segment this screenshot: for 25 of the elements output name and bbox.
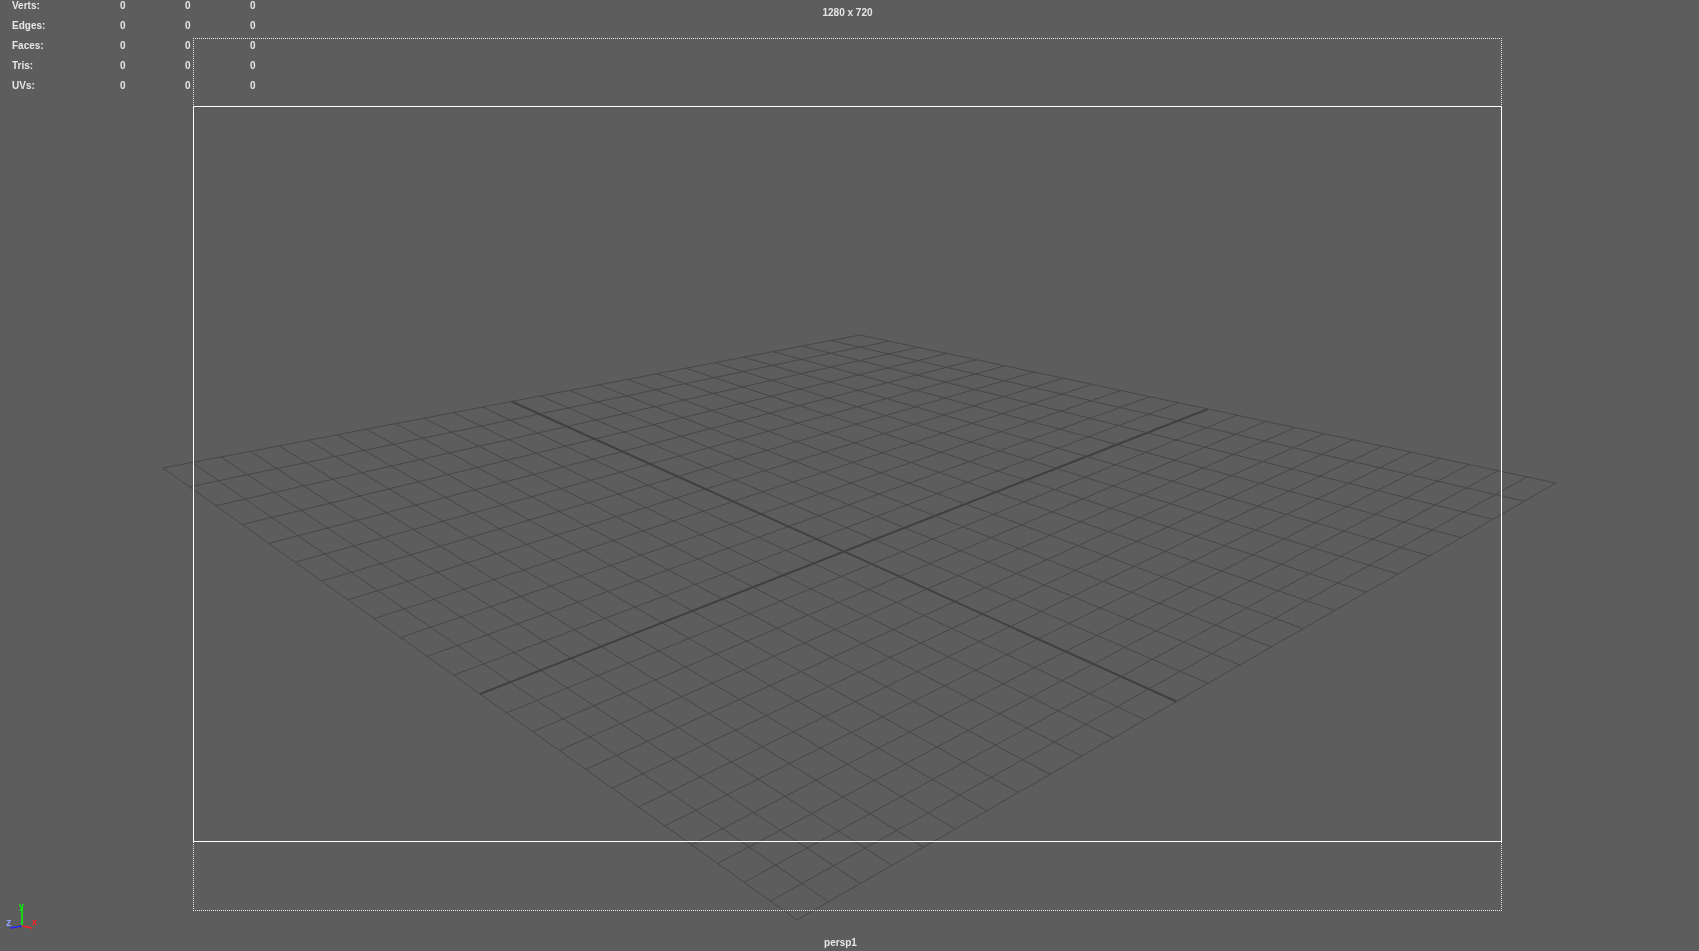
y-axis-label: y [19,903,24,911]
stat-value: 0 [250,20,257,31]
stat-label: Faces: [12,40,45,51]
z-axis-label: z [6,916,12,928]
stat-value: 0 [250,60,257,71]
stat-value: 0 [120,80,127,91]
resolution-label: 1280 x 720 [822,6,873,20]
x-axis-label: x [32,917,37,927]
stat-value: 0 [250,0,257,11]
stat-value: 0 [250,40,257,51]
stat-value: 0 [185,60,192,71]
stat-value: 0 [185,40,192,51]
stat-value: 0 [185,80,192,91]
stat-value: 0 [120,60,127,71]
stat-value: 0 [185,0,192,11]
camera-name: persp1 [824,936,857,950]
stat-label: Edges: [12,20,47,31]
stat-value: 0 [250,80,257,91]
stat-value: 0 [120,20,127,31]
stat-value: 0 [120,0,127,11]
stat-label: Verts: [12,0,41,11]
stat-value: 0 [120,40,127,51]
stat-label: Tris: [12,60,35,71]
stat-value: 0 [185,20,192,31]
stat-label: UVs: [12,80,36,91]
